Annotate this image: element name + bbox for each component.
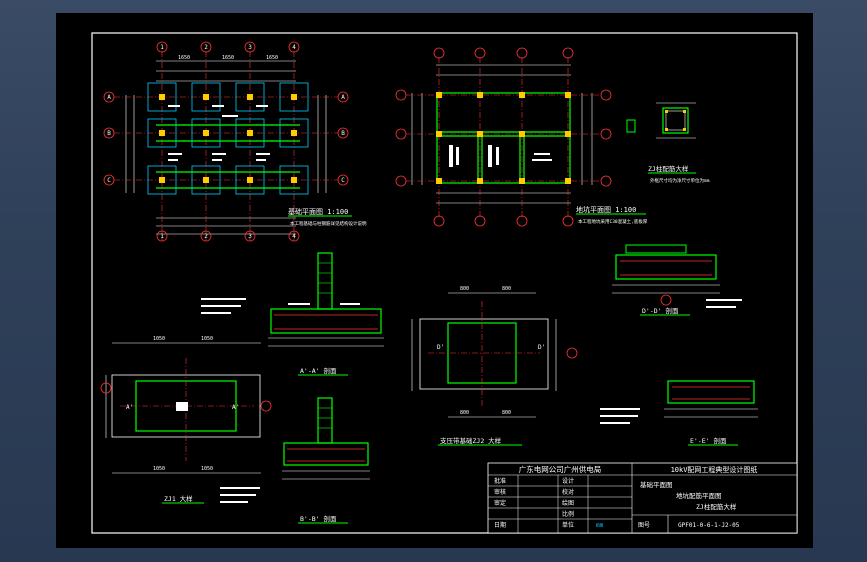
drawing-number: GPF01-0-6-1-J2-05 [678,522,740,529]
axis-label: 4 [292,44,296,51]
axis-label: B [341,130,345,137]
company-name: 广东电网公司广州供电局 [519,464,602,474]
tb-label: 图号 [638,522,650,529]
dim-label: 800 [460,410,469,416]
dim-label: 1050 [153,466,165,472]
dim-label: 800 [460,286,469,292]
view-title: ZJ1 大样 [164,494,193,503]
pit-plan: 地坑平面图 1:100 本工程地坑采用C30混凝土,底板厚 [395,47,648,227]
axis-label: 4 [292,233,296,240]
axis-label: 2 [204,44,208,51]
tb-label: 日期 [494,521,506,529]
tb-label: 单位 [562,521,574,529]
zj2-detail: 800 800 800 800 D' D' 支压带基础ZJ2 大样 [411,286,578,446]
tb-label: 审定 [494,499,506,507]
dim-label: 1050 [201,466,213,472]
drawing-sheet: 1 2 3 4 1 2 3 4 A B C A B C 1650 1650 16 [56,13,813,548]
tb-label: 审核 [494,488,506,496]
axis-label: C [107,177,111,184]
view-title: 基础平面图 1:100 [288,207,348,216]
section-marker: D' [538,344,545,351]
title-block: 广东电网公司广州供电局 10kV配网工程典型设计图纸 基础平面图 地坑配筋平面图… [487,462,798,534]
view-title: E'-E' 剖面 [690,436,727,445]
column-rebar-detail: ZJ柱配筋大样 外框尺寸均为净尺寸单位为mm [626,102,710,184]
dim-label: 1650 [178,55,190,61]
dim-label: 1650 [266,55,278,61]
axis-label: 1 [160,44,164,51]
axis-label: B [107,130,111,137]
tb-label: 绘图 [562,499,574,507]
view-note: 外框尺寸均为净尺寸单位为mm [650,177,710,184]
section-dd: D'-D' 剖面 [612,244,742,316]
project-name: 10kV配网工程典型设计图纸 [671,465,758,474]
axis-label: C [341,177,345,184]
dim-label: 800 [502,286,511,292]
view-title: ZJ柱配筋大样 [648,164,689,173]
view-title: D'-D' 剖面 [642,306,679,315]
section-marker: A' [126,404,133,411]
cad-drawing: 1 2 3 4 1 2 3 4 A B C A B C 1650 1650 16 [91,32,798,534]
view-note: 本工程基础与柱钢筋详见结构设计说明 [290,220,367,227]
tb-label: 比例 [562,510,574,518]
drawing-border [91,32,798,534]
dim-label: 800 [502,410,511,416]
tb-label: 批准 [494,477,506,485]
axis-label: 3 [248,44,252,51]
view-note: 本工程地坑采用C30混凝土,底板厚 [578,218,648,225]
view-title: 地坑平面图 1:100 [576,205,636,214]
view-title: 支压带基础ZJ2 大样 [440,436,502,445]
dim-label: 1050 [201,336,213,342]
tb-label: 设计 [562,477,574,485]
axis-label: 1 [160,233,164,240]
section-ee: E'-E' 剖面 [600,380,758,446]
section-marker: D' [437,344,444,351]
drawing-title-line3: ZJ柱配筋大样 [696,502,737,511]
drawing-title-line1: 基础平面图 [640,480,673,489]
axis-label: 2 [204,233,208,240]
section-bb: B'-B' 剖面 [220,397,370,524]
foundation-plan: 1 2 3 4 1 2 3 4 A B C A B C 1650 1650 16 [103,41,367,242]
section-aa: A'-A' 剖面 [201,252,384,376]
zj1-detail: 1050 1050 1050 1050 A' A' ZJ1 大样 [100,336,272,504]
section-marker: A' [232,404,239,411]
view-title: A'-A' 剖面 [300,366,337,375]
drawing-title-line2: 地坑配筋平面图 [676,491,722,500]
axis-label: A [107,94,111,101]
unit-value: mm [596,522,604,529]
tb-label: 校对 [562,488,574,496]
dim-label: 1650 [222,55,234,61]
view-title: B'-B' 剖面 [300,514,337,523]
axis-label: A [341,94,345,101]
axis-label: 3 [248,233,252,240]
dim-label: 1050 [153,336,165,342]
cad-viewport: 1 2 3 4 1 2 3 4 A B C A B C 1650 1650 16 [0,0,867,562]
